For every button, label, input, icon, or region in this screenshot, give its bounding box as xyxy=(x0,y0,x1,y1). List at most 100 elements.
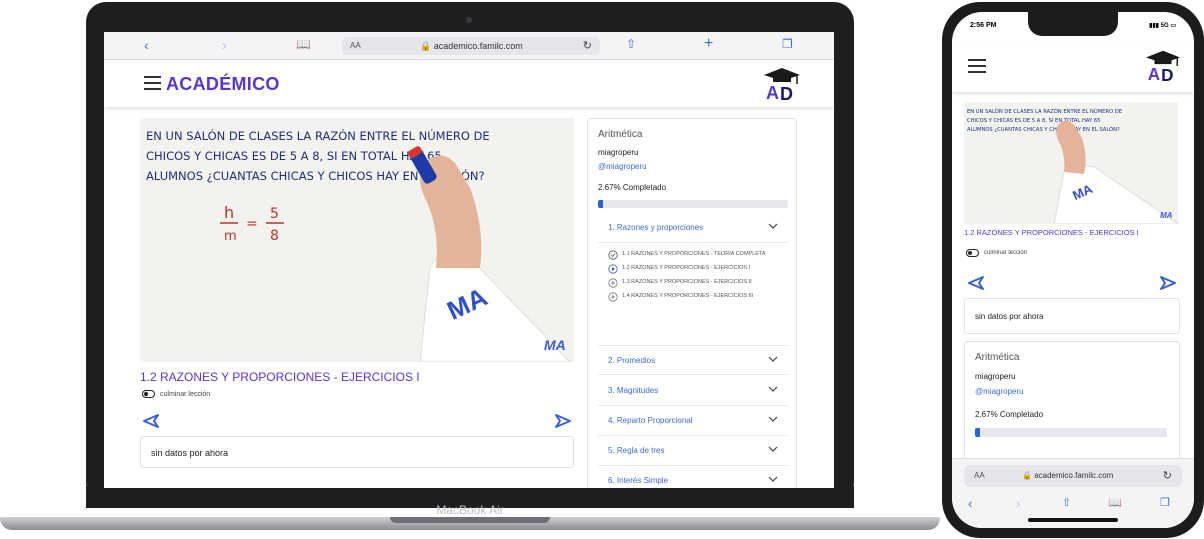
url-text: 🔒 academico.familc.com xyxy=(1022,471,1114,480)
address-bar[interactable]: AA 🔒 academico.familc.com ↻ xyxy=(342,37,600,55)
back-icon[interactable]: ‹ xyxy=(968,496,972,511)
module-5[interactable]: 5. Regla de tres xyxy=(598,436,788,466)
module-6[interactable]: 6. Interés Simple xyxy=(598,466,788,488)
reload-icon[interactable]: ↻ xyxy=(1163,469,1172,482)
toggle-icon[interactable] xyxy=(142,390,155,398)
forward-icon[interactable]: › xyxy=(1016,496,1020,511)
toggle-icon[interactable] xyxy=(966,249,979,257)
svg-text:D: D xyxy=(1161,66,1173,84)
phone-complete-lesson-toggle[interactable]: culminar lección xyxy=(966,249,1027,257)
author-handle-link[interactable]: @miagroperu xyxy=(598,162,647,171)
stage: MacBook Air ‹ › 📖 AA 🔒 academico.familc.… xyxy=(0,0,1204,539)
progress-bar xyxy=(975,428,1167,437)
phone-notch xyxy=(1028,12,1118,36)
complete-lesson-label: culminar lección xyxy=(984,250,1028,256)
lesson-item[interactable]: 1.3 RAZONES Y PROPORCIONES - EJERCICIOS … xyxy=(608,278,788,288)
home-indicator xyxy=(1028,518,1118,522)
browser-toolbar: ‹ › 📖 AA 🔒 academico.familc.com ↻ ⇧ + ❐ xyxy=(104,32,834,60)
complete-lesson-toggle[interactable]: culminar lección xyxy=(142,390,210,398)
module-2[interactable]: 2. Promedios xyxy=(598,345,788,375)
share-icon[interactable]: ⇧ xyxy=(1062,496,1071,509)
module-4[interactable]: 4. Reparto Proporcional xyxy=(598,406,788,436)
check-circle-icon xyxy=(608,250,618,260)
tabs-icon[interactable]: ❐ xyxy=(782,37,793,51)
new-tab-icon[interactable]: + xyxy=(704,35,713,53)
phone-video-watermark: MA xyxy=(1160,211,1173,220)
previous-lesson-icon[interactable] xyxy=(966,274,986,292)
lesson-item[interactable]: 1.4 RAZONES Y PROPORCIONES - EJERCICIOS … xyxy=(608,292,788,302)
progress-label: 2.67% Completado xyxy=(975,410,1044,419)
bookmarks-icon[interactable]: 📖 xyxy=(1108,496,1122,509)
progress-bar xyxy=(598,200,788,208)
comments-empty: sin datos por ahora xyxy=(140,436,574,468)
phone-board-line-2: CHICOS Y CHICAS ES DE 5 A 8, SI EN TOTAL… xyxy=(967,118,1100,124)
forward-icon[interactable]: › xyxy=(222,37,227,53)
lesson-item-current[interactable]: 1.2 RAZONES Y PROPORCIONES - EJERCICIOS … xyxy=(608,264,788,274)
video-watermark: MA xyxy=(544,337,566,353)
module-label: 2. Promedios xyxy=(608,356,656,365)
fraction-8: 8 xyxy=(270,228,279,244)
bookmarks-icon[interactable]: 📖 xyxy=(296,37,311,51)
phone-address-bar[interactable]: AA 🔒 academico.familc.com ↻ xyxy=(964,465,1182,487)
course-name: Aritmética xyxy=(975,352,1020,363)
academico-logo[interactable]: A D xyxy=(1144,48,1182,84)
next-lesson-icon[interactable] xyxy=(1158,274,1178,292)
menu-icon[interactable] xyxy=(144,76,161,90)
lesson-label: 1.4 RAZONES Y PROPORCIONES - EJERCICIOS … xyxy=(622,293,754,299)
chevron-down-icon xyxy=(768,446,778,452)
plus-circle-icon xyxy=(608,278,618,288)
phone-screen: 2:56 PM ▮▮▮ 5G ▭ A D EN UN SALÓN DE CLAS… xyxy=(952,12,1194,528)
module-1[interactable]: 1. Razones y proporciones xyxy=(598,213,788,243)
academico-logo[interactable]: A D xyxy=(762,66,802,102)
video-frame: EN UN SALÓN DE CLASES LA RAZÓN ENTRE EL … xyxy=(140,118,574,362)
phone-comments-empty: sin datos por ahora xyxy=(964,298,1180,334)
module-label: 6. Interés Simple xyxy=(608,476,669,485)
svg-text:D: D xyxy=(780,84,793,102)
complete-lesson-label: culminar lección xyxy=(160,390,211,398)
phone-video-frame: EN UN SALÓN DE CLASES LA RAZÓN ENTRE EL … xyxy=(964,102,1178,224)
status-time: 2:56 PM xyxy=(970,22,997,29)
phone-site-header: A D xyxy=(952,44,1194,92)
phone-board-line-1: EN UN SALÓN DE CLASES LA RAZÓN ENTRE EL … xyxy=(967,108,1122,115)
share-icon[interactable]: ⇧ xyxy=(626,37,636,51)
reader-aa-button[interactable]: AA xyxy=(974,471,985,480)
tabs-icon[interactable]: ❐ xyxy=(1160,496,1170,509)
phone-browser-tools: ‹ › ⇧ 📖 ❐ xyxy=(952,493,1194,513)
fraction-5: 5 xyxy=(270,206,279,222)
progress-bar-fill xyxy=(598,200,604,208)
progress-bar-fill xyxy=(975,428,981,437)
phone-lesson-title: 1.2 RAZONES Y PROPORCIONES - EJERCICIOS … xyxy=(964,228,1139,237)
course-author: miagroperu xyxy=(598,148,639,157)
lesson-label: 1.3 RAZONES Y PROPORCIONES - EJERCICIOS … xyxy=(622,279,752,285)
course-panel: Aritmética miagroperu @miagroperu 2.67% … xyxy=(587,118,797,488)
laptop-notch xyxy=(390,517,550,523)
fraction-m: m xyxy=(224,229,237,244)
lesson-label: 1.1 RAZONES Y PROPORCIONES - TEORÍA COMP… xyxy=(622,251,766,257)
module-label: 4. Reparto Proporcional xyxy=(608,416,693,425)
board-line-1: EN UN SALÓN DE CLASES LA RAZÓN ENTRE EL … xyxy=(146,128,490,143)
site-title[interactable]: ACADÉMICO xyxy=(166,74,280,95)
back-icon[interactable]: ‹ xyxy=(144,37,149,53)
module-label: 1. Razones y proporciones xyxy=(608,223,704,232)
chevron-down-icon xyxy=(768,356,778,362)
svg-text:A: A xyxy=(1148,65,1160,84)
chevron-down-icon xyxy=(768,476,778,482)
phone-board-line-3: ALUMNOS ¿CUANTAS CHICAS Y CHICOS HAY EN … xyxy=(967,126,1120,133)
menu-icon[interactable] xyxy=(968,59,986,73)
author-handle-link[interactable]: @miagroperu xyxy=(975,387,1024,396)
url-text: 🔒 academico.familc.com xyxy=(420,41,523,51)
module-3[interactable]: 3. Magnitudes xyxy=(598,376,788,406)
laptop-camera xyxy=(466,17,472,23)
phone-video-player[interactable]: EN UN SALÓN DE CLASES LA RAZÓN ENTRE EL … xyxy=(964,102,1178,224)
laptop-screen: ‹ › 📖 AA 🔒 academico.familc.com ↻ ⇧ + ❐ … xyxy=(104,32,834,488)
lesson-item[interactable]: 1.1 RAZONES Y PROPORCIONES - TEORÍA COMP… xyxy=(608,250,788,260)
previous-lesson-icon[interactable] xyxy=(142,412,160,430)
module-label: 5. Regla de tres xyxy=(608,446,665,455)
board-line-2: CHICOS Y CHICAS ES DE 5 A 8, SI EN TOTAL… xyxy=(146,149,442,163)
reload-icon[interactable]: ↻ xyxy=(583,39,592,52)
next-lesson-icon[interactable] xyxy=(554,412,572,430)
reader-aa-button[interactable]: AA xyxy=(350,41,361,50)
status-signal: ▮▮▮ 5G ▭ xyxy=(1149,23,1176,29)
laptop-brand: MacBook Air xyxy=(436,503,504,517)
video-player[interactable]: EN UN SALÓN DE CLASES LA RAZÓN ENTRE EL … xyxy=(140,118,574,362)
